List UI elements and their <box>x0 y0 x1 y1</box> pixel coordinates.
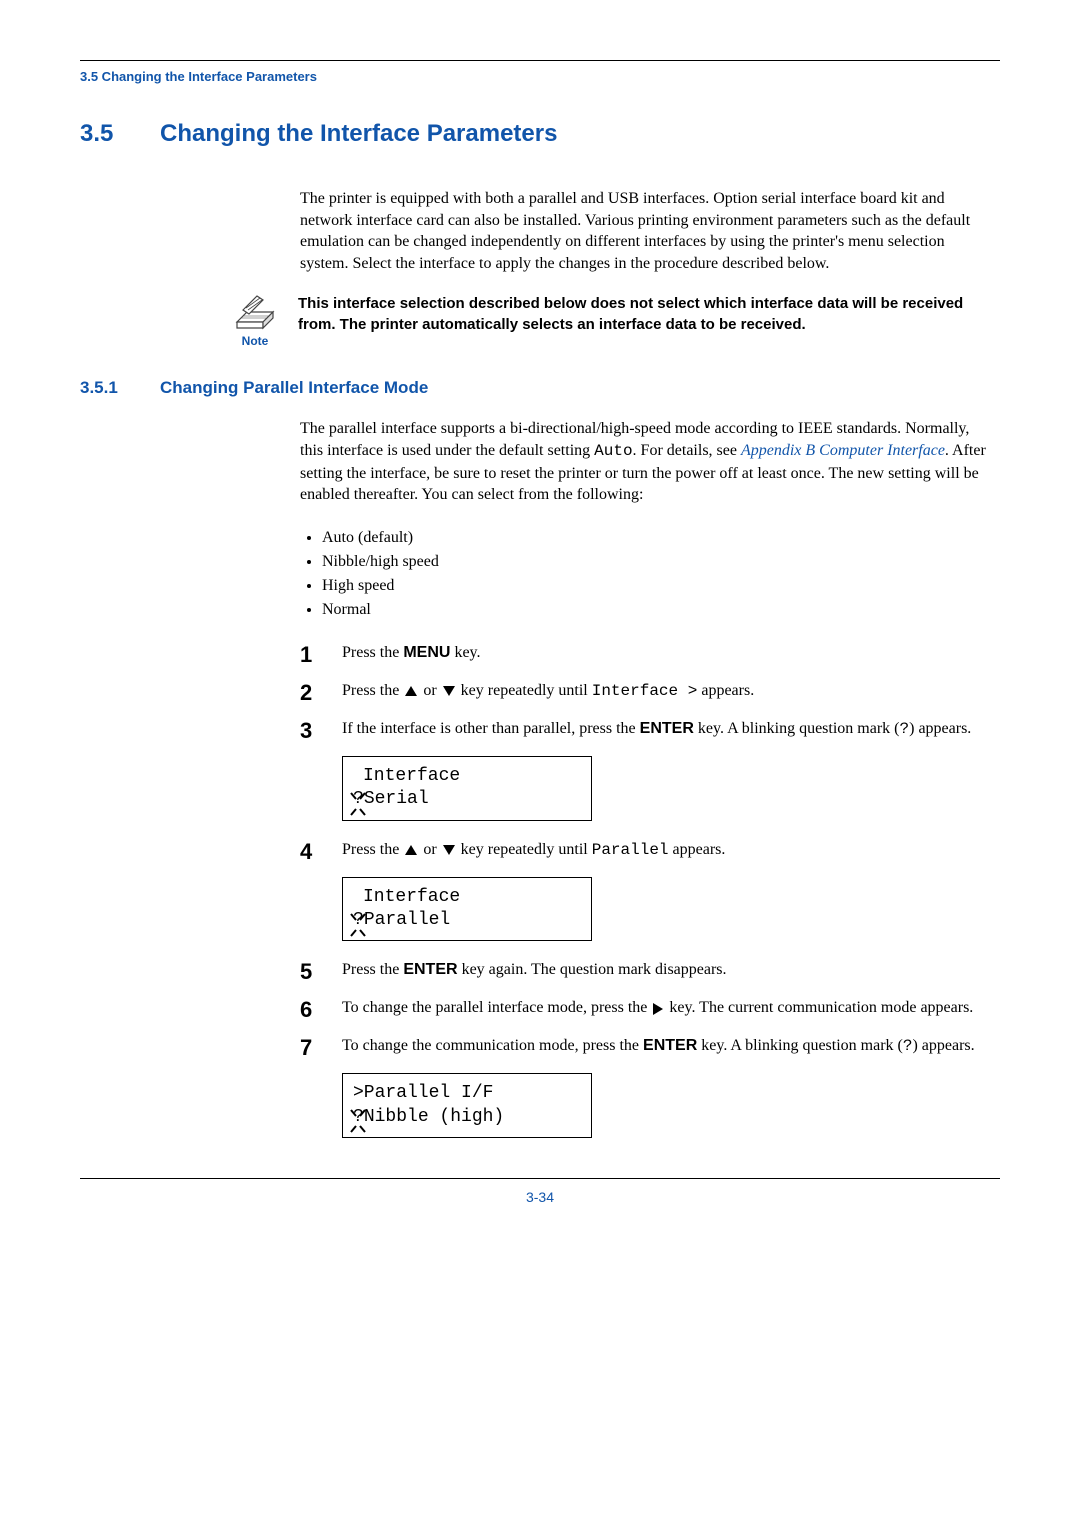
step-number: 7 <box>300 1037 318 1059</box>
step-number: 1 <box>300 644 318 666</box>
step-text: Press the <box>342 961 403 978</box>
lcd-display: >Parallel I/F ? Nibble (high) <box>342 1073 592 1138</box>
up-arrow-icon <box>405 845 417 855</box>
right-arrow-icon <box>653 1003 663 1015</box>
step-text: or <box>419 841 440 858</box>
lcd-display: Interface ? Serial <box>342 756 592 821</box>
page-footer: 3-34 <box>80 1178 1000 1205</box>
step-6: 6 To change the parallel interface mode,… <box>300 997 990 1021</box>
subsection-title: Changing Parallel Interface Mode <box>160 378 428 398</box>
step-text: Press the <box>342 644 403 661</box>
lcd-cursor: ? <box>353 788 364 811</box>
step-text: key. The current communication mode appe… <box>665 999 973 1016</box>
key-enter: ENTER <box>643 1037 697 1054</box>
step-text: key. <box>450 644 480 661</box>
step-text: ) appears. <box>912 1037 974 1054</box>
key-enter: ENTER <box>403 961 457 978</box>
step-code: Parallel <box>592 841 669 859</box>
step-text: key. A blinking question mark ( <box>694 720 900 737</box>
lcd-line1: >Parallel I/F <box>353 1082 581 1105</box>
lcd-line2: Serial <box>364 788 429 811</box>
step-4: 4 Press the or key repeatedly until Para… <box>300 839 990 863</box>
key-menu: MENU <box>403 644 450 661</box>
lcd-line2: Parallel <box>364 909 450 932</box>
step-text: Press the <box>342 841 403 858</box>
step-5: 5 Press the ENTER key again. The questio… <box>300 959 990 983</box>
header-breadcrumb: 3.5 Changing the Interface Parameters <box>80 69 1000 84</box>
step-code: ? <box>900 720 910 738</box>
step-code: Interface > <box>592 682 698 700</box>
step-number: 5 <box>300 961 318 983</box>
step-number: 3 <box>300 720 318 742</box>
step-text: key again. The question mark disappears. <box>458 961 727 978</box>
step-text: To change the parallel interface mode, p… <box>342 999 651 1016</box>
step-text: key. A blinking question mark ( <box>697 1037 903 1054</box>
step-7: 7 To change the communication mode, pres… <box>300 1035 990 1059</box>
list-item: High speed <box>322 574 990 598</box>
mode-list: Auto (default) Nibble/high speed High sp… <box>322 526 990 622</box>
subsection-number: 3.5.1 <box>80 378 160 398</box>
step-number: 4 <box>300 841 318 863</box>
section-number: 3.5 <box>80 120 160 148</box>
note-block: Note This interface selection described … <box>230 294 990 348</box>
step-text: To change the communication mode, press … <box>342 1037 643 1054</box>
down-arrow-icon <box>443 686 455 696</box>
step-text: If the interface is other than parallel,… <box>342 720 640 737</box>
note-label: Note <box>242 334 269 348</box>
note-text: This interface selection described below… <box>298 294 990 335</box>
step-number: 2 <box>300 682 318 704</box>
intro-mid: . For details, see <box>633 442 741 459</box>
section-intro: The printer is equipped with both a para… <box>300 188 990 274</box>
list-item: Nibble/high speed <box>322 550 990 574</box>
lcd-line1: Interface <box>363 886 581 909</box>
step-text: key repeatedly until <box>457 841 592 858</box>
list-item: Normal <box>322 598 990 622</box>
down-arrow-icon <box>443 845 455 855</box>
step-1: 1 Press the MENU key. <box>300 642 990 666</box>
section-heading: 3.5 Changing the Interface Parameters <box>80 120 1000 148</box>
step-text: key repeatedly until <box>457 682 592 699</box>
step-text: Press the <box>342 682 403 699</box>
step-text: appears. <box>697 682 754 699</box>
lcd-line2: Nibble (high) <box>364 1106 504 1129</box>
lcd-display: Interface ? Parallel <box>342 877 592 942</box>
lcd-cursor: ? <box>353 909 364 932</box>
appendix-link[interactable]: Appendix B Computer Interface <box>741 442 945 459</box>
note-icon <box>233 294 277 330</box>
intro-code: Auto <box>594 442 632 460</box>
step-number: 6 <box>300 999 318 1021</box>
step-3: 3 If the interface is other than paralle… <box>300 718 990 742</box>
page-number: 3-34 <box>526 1189 554 1205</box>
step-2: 2 Press the or key repeatedly until Inte… <box>300 680 990 704</box>
subsection-heading: 3.5.1 Changing Parallel Interface Mode <box>80 378 1000 398</box>
step-text: ) appears. <box>909 720 971 737</box>
step-text: or <box>419 682 440 699</box>
subsection-intro: The parallel interface supports a bi-dir… <box>300 418 990 505</box>
key-enter: ENTER <box>640 720 694 737</box>
list-item: Auto (default) <box>322 526 990 550</box>
lcd-line1: Interface <box>363 765 581 788</box>
section-title: Changing the Interface Parameters <box>160 120 557 148</box>
step-text: appears. <box>669 841 726 858</box>
up-arrow-icon <box>405 686 417 696</box>
lcd-cursor: ? <box>353 1106 364 1129</box>
